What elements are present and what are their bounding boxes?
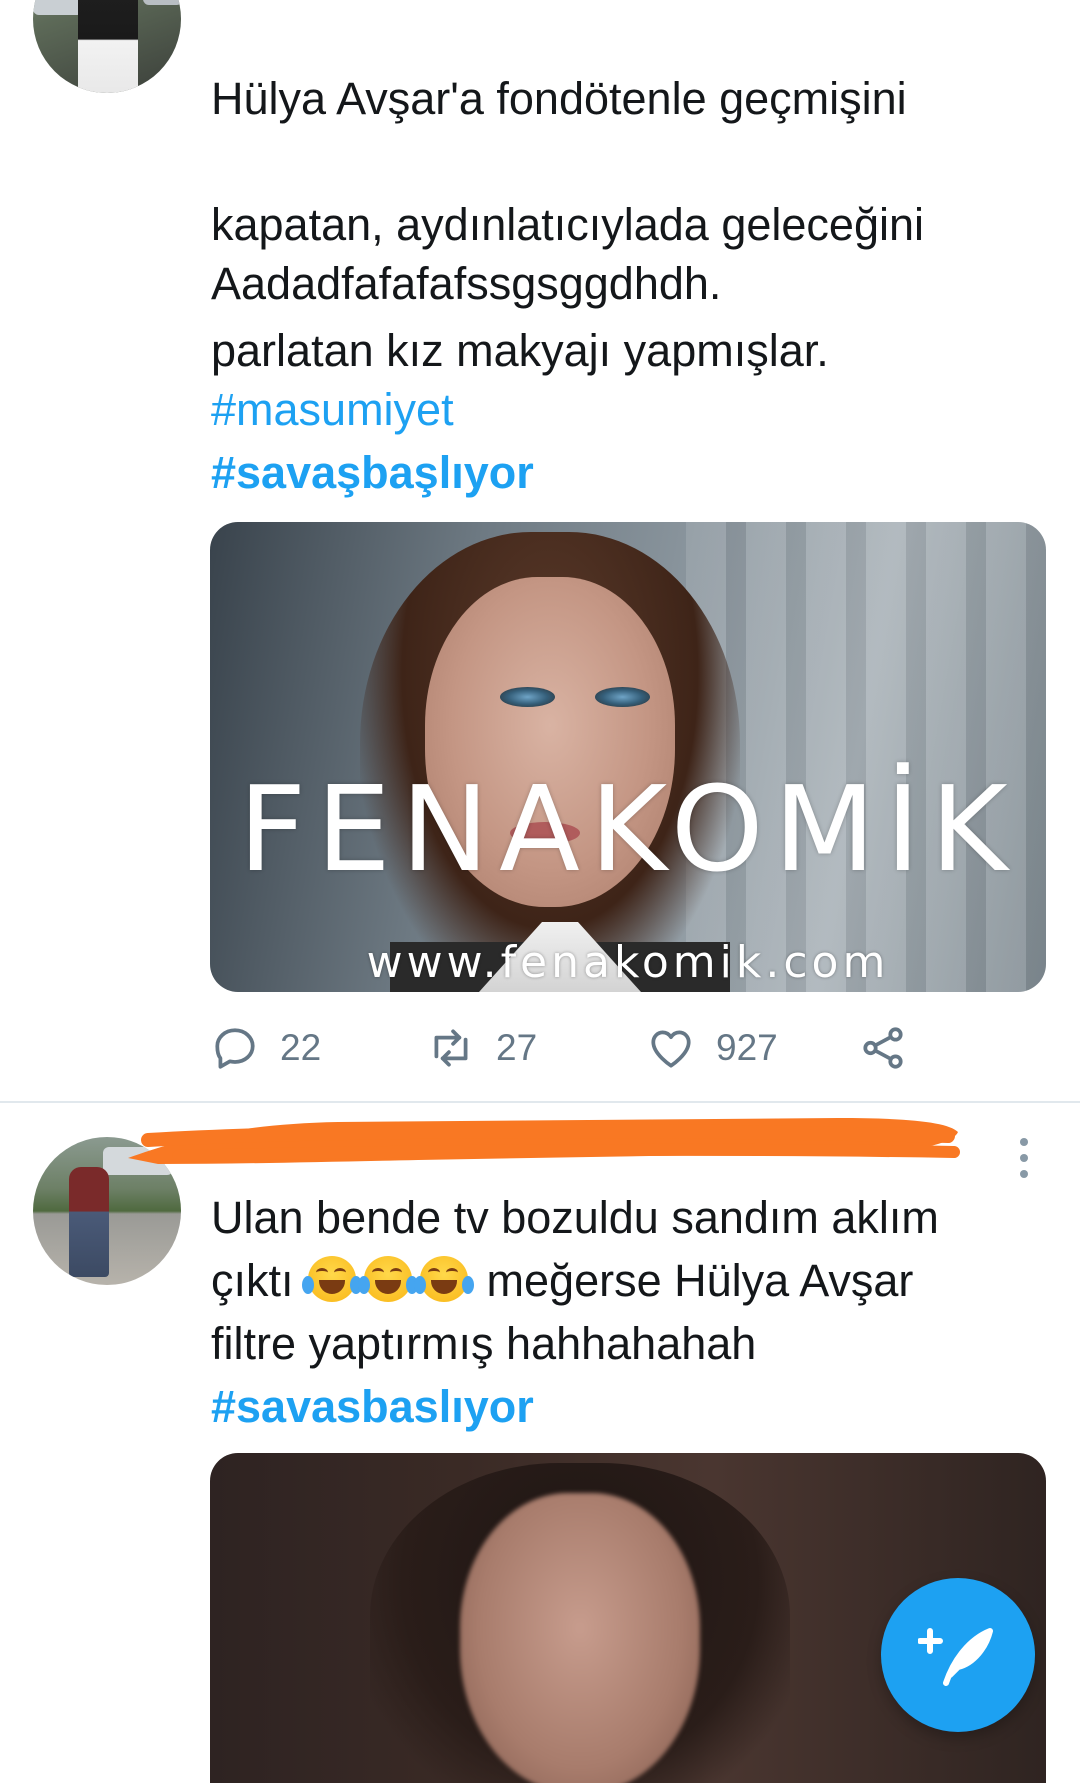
reply-button[interactable]: 22 — [210, 1018, 321, 1078]
avatar-person — [78, 0, 138, 93]
tweet-media-image[interactable]: FENAKOMİK www.fenakomik.com — [210, 522, 1046, 992]
like-button[interactable]: 927 — [646, 1018, 778, 1078]
image-background-blinds — [686, 522, 1046, 992]
share-button[interactable] — [858, 1018, 908, 1078]
tweet-1[interactable]: Hülya Avşar'a fondötenle geçmişini kapat… — [0, 0, 1080, 1102]
watermark-url: www.fenakomik.com — [366, 937, 890, 988]
avatar-background-car — [33, 0, 83, 15]
compose-tweet-icon — [918, 1628, 993, 1686]
tweet-text-line: Hülya Avşar'a fondötenle geçmişini — [211, 73, 907, 124]
retweet-button[interactable]: 27 — [426, 1018, 537, 1078]
hashtag-link[interactable]: #savaşbaşlıyor — [211, 441, 534, 504]
hashtag-link[interactable]: #masumiyet — [211, 378, 454, 441]
image-subject-eye — [595, 687, 650, 707]
avatar[interactable] — [33, 0, 181, 93]
image-subject-face — [460, 1493, 700, 1783]
laughing-crying-emoji-icon — [414, 1256, 475, 1304]
tweet-text-line: çıktı meğerse Hülya Avşar — [211, 1249, 1031, 1312]
watermark-title: FENAKOMİK — [238, 760, 1018, 898]
share-icon — [863, 1027, 903, 1069]
compose-tweet-button[interactable] — [881, 1578, 1035, 1732]
tweet-text: Ulan bende tv bozuldu sandım aklım çıktı… — [211, 1186, 1031, 1375]
reply-icon — [215, 1028, 255, 1069]
laughing-crying-emoji-icon — [358, 1256, 419, 1304]
tweet-text-line: Ulan bende tv bozuldu sandım aklım — [211, 1192, 939, 1243]
retweet-icon — [434, 1029, 468, 1067]
tweet-text-segment: çıktı — [211, 1255, 294, 1306]
tweet-text-segment: meğerse Hülya Avşar — [486, 1255, 914, 1306]
image-subject-eye — [500, 687, 555, 707]
tweet-actions: 22 27 927 — [210, 1018, 970, 1078]
hashtag-link[interactable]: #savasbaslıyor — [211, 1375, 534, 1438]
tweet-divider — [0, 1101, 1080, 1103]
redaction-scribble — [128, 1118, 960, 1164]
tweet-text-line: parlatan kız makyajı yapmışlar. — [211, 325, 829, 376]
tweet-text-line: filtre yaptırmış hahhahahah — [211, 1318, 757, 1369]
heart-icon — [651, 1030, 691, 1068]
tweet-text-line: kapatan, aydınlatıcıylada geleceğini — [211, 199, 924, 250]
reply-count: 22 — [280, 1027, 322, 1068]
avatar-background-car — [143, 0, 181, 5]
retweet-count: 27 — [496, 1027, 538, 1068]
laughing-crying-emoji-icon — [302, 1256, 363, 1304]
more-vertical-icon[interactable] — [1016, 1138, 1032, 1182]
like-count: 927 — [716, 1027, 778, 1068]
tweet-text-extra: Aadadfafafafssgsggdhdh. — [211, 258, 722, 309]
avatar-person — [69, 1167, 109, 1277]
